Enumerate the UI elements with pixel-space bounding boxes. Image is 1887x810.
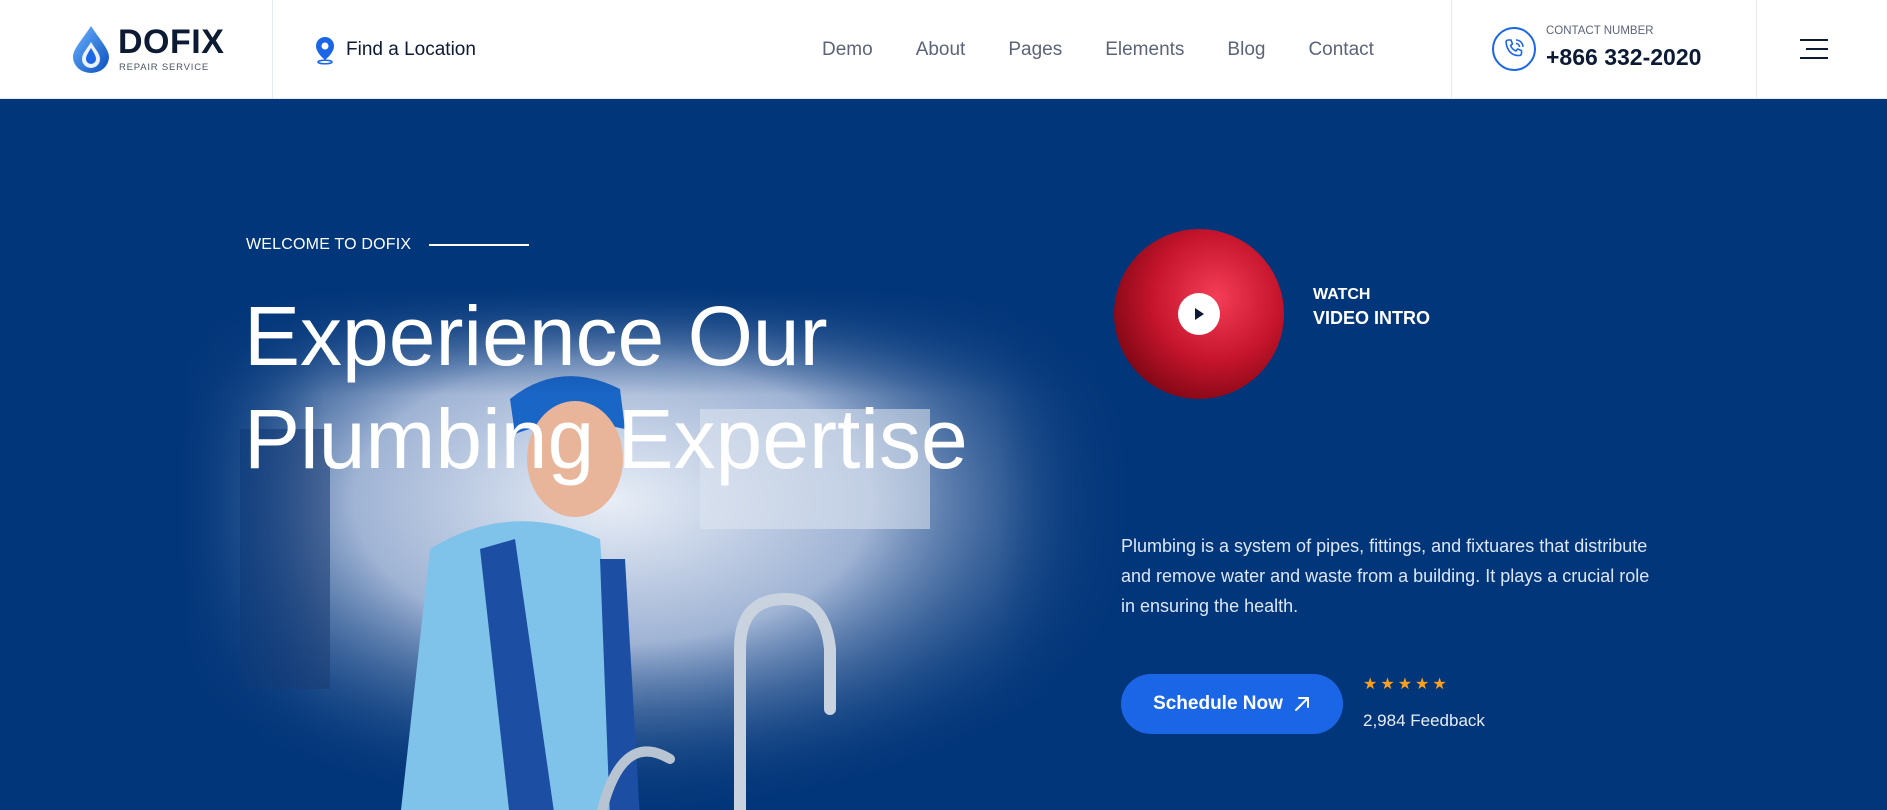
main-nav: Demo About Pages Elements Blog Contact bbox=[822, 34, 1374, 66]
video-intro-button[interactable] bbox=[1114, 229, 1284, 399]
feedback-count: 2,984 Feedback bbox=[1363, 711, 1485, 730]
star-icon: ★ bbox=[1363, 676, 1378, 693]
find-location-link[interactable]: Find a Location bbox=[312, 34, 476, 66]
nav-about[interactable]: About bbox=[916, 39, 966, 61]
water-drop-icon bbox=[73, 26, 109, 73]
star-icon: ★ bbox=[1432, 676, 1447, 693]
logo-name: DOFIX bbox=[118, 23, 225, 61]
nav-pages[interactable]: Pages bbox=[1008, 39, 1062, 61]
nav-elements[interactable]: Elements bbox=[1105, 39, 1184, 61]
nav-contact[interactable]: Contact bbox=[1308, 39, 1373, 61]
contact-number[interactable]: +866 332-2020 bbox=[1546, 44, 1701, 71]
find-location-label: Find a Location bbox=[346, 39, 476, 60]
headline-line-1: Experience Our bbox=[244, 289, 828, 383]
rating-stars: ★ ★ ★ ★ ★ bbox=[1363, 677, 1447, 693]
headline-line-2: Plumbing Expertise bbox=[244, 392, 968, 486]
hamburger-menu-icon[interactable] bbox=[1800, 37, 1828, 61]
video-intro-label: VIDEO INTRO bbox=[1313, 308, 1431, 328]
hero-headline: Experience Our Plumbing Expertise bbox=[244, 285, 1124, 491]
hero-description: Plumbing is a system of pipes, fittings,… bbox=[1121, 536, 1650, 616]
hero-section: WELCOME TO DOFIX Experience Our Plumbing… bbox=[0, 99, 1887, 810]
map-pin-icon bbox=[316, 37, 334, 65]
contact-block: CONTACT NUMBER +866 332-2020 bbox=[1451, 0, 1757, 99]
star-icon: ★ bbox=[1415, 676, 1430, 693]
welcome-eyebrow: WELCOME TO DOFIX bbox=[246, 236, 530, 254]
phone-call-icon[interactable] bbox=[1492, 27, 1536, 71]
eyebrow-line bbox=[429, 244, 530, 246]
nav-blog[interactable]: Blog bbox=[1227, 39, 1265, 61]
arrow-up-right-icon bbox=[1294, 697, 1309, 711]
logo-tagline: REPAIR SERVICE bbox=[119, 62, 210, 73]
site-header: DOFIX REPAIR SERVICE Find a Location Dem… bbox=[0, 0, 1887, 99]
play-icon[interactable] bbox=[1178, 293, 1220, 335]
star-icon: ★ bbox=[1380, 676, 1395, 693]
star-icon: ★ bbox=[1397, 676, 1413, 693]
schedule-now-label: Schedule Now bbox=[1153, 693, 1283, 714]
logo[interactable]: DOFIX REPAIR SERVICE bbox=[0, 0, 273, 99]
nav-demo[interactable]: Demo bbox=[822, 39, 873, 61]
schedule-now-button[interactable]: Schedule Now bbox=[1121, 674, 1343, 734]
watch-label: WATCH bbox=[1313, 286, 1371, 303]
contact-label: CONTACT NUMBER bbox=[1546, 25, 1654, 37]
welcome-text: WELCOME TO DOFIX bbox=[246, 236, 412, 253]
